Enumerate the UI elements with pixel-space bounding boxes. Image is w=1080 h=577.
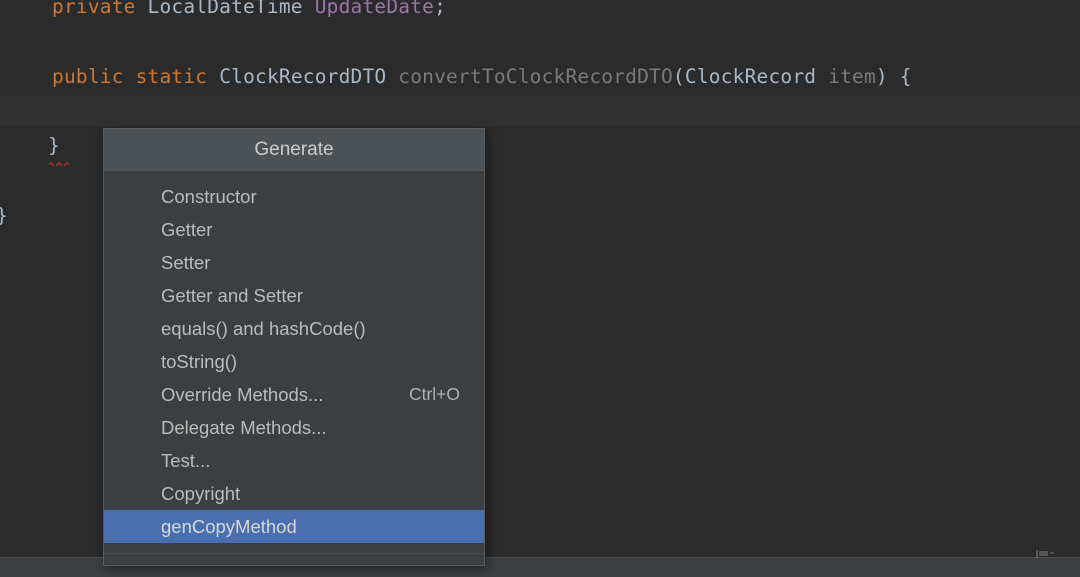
code-token-kw: static bbox=[135, 65, 220, 88]
error-squiggle-icon bbox=[49, 161, 69, 166]
menu-item-constructor[interactable]: Constructor bbox=[104, 180, 484, 213]
menu-item-getter[interactable]: Getter bbox=[104, 213, 484, 246]
menu-item-delegate-methods[interactable]: Delegate Methods... bbox=[104, 411, 484, 444]
closing-brace: } bbox=[48, 134, 60, 157]
menu-item-label: Constructor bbox=[161, 186, 257, 207]
menu-item-setter[interactable]: Setter bbox=[104, 246, 484, 279]
menu-item-label: Override Methods... bbox=[161, 384, 324, 405]
menu-item-label: Getter and Setter bbox=[161, 285, 303, 306]
code-token-param: item bbox=[828, 65, 876, 88]
menu-title: Generate bbox=[104, 129, 484, 171]
menu-item-label: toString() bbox=[161, 351, 238, 372]
current-line-highlight bbox=[0, 96, 1080, 126]
menu-item-label: Setter bbox=[161, 252, 211, 273]
code-token-punct: ) { bbox=[875, 65, 912, 88]
closing-brace: } bbox=[0, 204, 8, 227]
code-token-type: LocalDateTime bbox=[147, 0, 315, 18]
menu-item-tostring[interactable]: toString() bbox=[104, 345, 484, 378]
code-token-field: UpdateDate bbox=[314, 0, 435, 18]
menu-item-getter-and-setter[interactable]: Getter and Setter bbox=[104, 279, 484, 312]
generate-popup-menu[interactable]: Generate Constructor Getter Setter Getter a… bbox=[103, 128, 485, 566]
code-token-kw: private bbox=[52, 0, 148, 18]
menu-item-copyright[interactable]: Copyright bbox=[104, 477, 484, 510]
menu-item-label: equals() and hashCode() bbox=[161, 318, 366, 339]
menu-item-label: genCopyMethod bbox=[161, 516, 297, 537]
menu-item-equals-and-hashcode[interactable]: equals() and hashCode() bbox=[104, 312, 484, 345]
menu-item-label: Copyright bbox=[161, 483, 241, 504]
code-token-kw: public bbox=[52, 65, 136, 88]
code-line: public static ClockRecordDTO convertToCl… bbox=[0, 62, 1080, 92]
menu-item-list[interactable]: Constructor Getter Setter Getter and Setter… bbox=[104, 171, 484, 553]
menu-item-test[interactable]: Test... bbox=[104, 444, 484, 477]
code-token-type: ClockRecordDTO bbox=[219, 65, 399, 88]
menu-item-label: Getter bbox=[161, 219, 213, 240]
menu-footer bbox=[104, 553, 484, 565]
menu-item-label: Test... bbox=[161, 450, 211, 471]
menu-item-override-methods[interactable]: Override Methods... Ctrl+O bbox=[104, 378, 484, 411]
menu-item-shortcut: Ctrl+O bbox=[408, 384, 460, 404]
code-token-punct: ; bbox=[434, 0, 447, 18]
caret-marker-icon bbox=[1035, 547, 1055, 559]
code-token-punct: ( bbox=[672, 65, 685, 88]
menu-item-label: Delegate Methods... bbox=[161, 417, 327, 438]
code-token-method: convertToClockRecordDTO bbox=[398, 65, 673, 88]
menu-item-gencopymethod[interactable]: genCopyMethod bbox=[104, 510, 484, 543]
code-token-type: ClockRecord bbox=[684, 65, 829, 88]
code-line: private LocalDateTime UpdateDate; bbox=[0, 0, 1080, 22]
